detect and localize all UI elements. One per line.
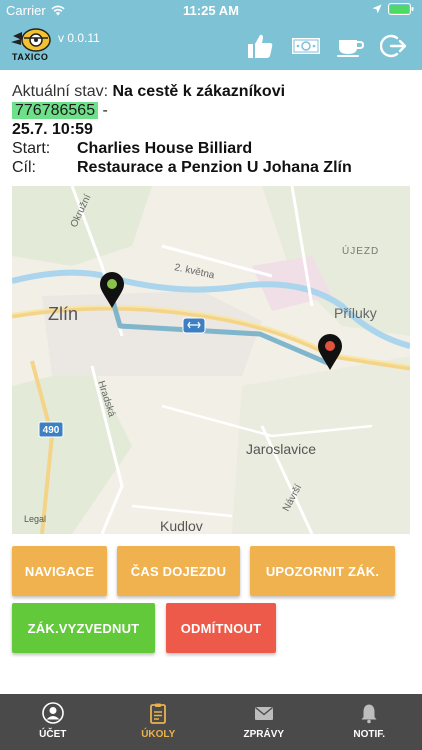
logo-text: TAXICO (12, 52, 49, 62)
map-label-jaroslavice: Jaroslavice (246, 441, 316, 457)
envelope-icon (254, 706, 273, 720)
tab-notifications-label: NOTIF. (353, 729, 386, 740)
navigation-button[interactable]: NAVIGACE (12, 546, 107, 596)
status-value: Na cestě k zákazníkovi (112, 83, 286, 100)
reject-button[interactable]: ODMÍTNOUT (166, 603, 276, 653)
customer-phone[interactable]: 776786565 (12, 102, 99, 119)
customer-picked-up-button[interactable]: ZÁK.VYZVEDNUT (12, 603, 155, 653)
tab-notifications[interactable]: NOTIF. (317, 694, 422, 750)
clipboard-icon (150, 703, 167, 724)
order-datetime: 25.7. 10:59 (12, 121, 93, 138)
battery-icon (388, 3, 414, 15)
tab-messages-label: ZPRÁVY (243, 729, 285, 740)
destination-row: Cíl: Restaurace a Penzion U Johana Zlín (12, 158, 412, 177)
tab-bar: ÚČET ÚKOLY ZPRÁVY NOTIF. (0, 694, 422, 750)
destination-value: Restaurace a Penzion U Johana Zlín (77, 159, 352, 176)
highway-shield-icon (182, 317, 206, 334)
road-number-490: 490 (43, 425, 60, 436)
start-row: Start: Charlies House Billiard (12, 139, 412, 158)
start-label: Start: (12, 140, 51, 157)
tab-account-label: ÚČET (39, 729, 67, 740)
status-label: Aktuální stav: (12, 83, 109, 100)
status-bar: Carrier 11:25 AM (0, 0, 422, 22)
tab-tasks-label: ÚKOLY (141, 729, 176, 740)
map-label-zlin: Zlín (48, 304, 78, 324)
coffee-cup-icon[interactable] (335, 32, 365, 60)
arrival-time-button[interactable]: ČAS DOJEZDU (117, 546, 240, 596)
order-info: Aktuální stav: Na cestě k zákazníkovi 77… (12, 82, 412, 177)
phone-line: 776786565 - (12, 101, 412, 120)
app-version: v 0.0.11 (58, 31, 100, 45)
map-label-kudlov: Kudlov (160, 518, 203, 534)
thumbs-up-icon[interactable] (245, 32, 275, 60)
tab-account[interactable]: ÚČET (0, 694, 106, 750)
tab-tasks[interactable]: ÚKOLY (106, 694, 212, 750)
system-indicators (372, 3, 414, 15)
user-icon (41, 702, 64, 724)
map-label-ujezd: ÚJEZD (342, 244, 379, 257)
order-status-line: Aktuální stav: Na cestě k zákazníkovi (12, 82, 412, 101)
start-value: Charlies House Billiard (77, 140, 253, 157)
route-map[interactable]: 490 Zlín Příluky ÚJEZD Jaroslavice Kudlo… (12, 186, 410, 534)
map-label-priluky: Příluky (334, 305, 377, 321)
location-arrow-icon (372, 4, 382, 14)
tab-messages[interactable]: ZPRÁVY (211, 694, 317, 750)
clock: 11:25 AM (183, 3, 239, 18)
map-canvas: 490 Zlín Příluky ÚJEZD Jaroslavice Kudlo… (12, 186, 410, 534)
destination-label: Cíl: (12, 159, 36, 176)
app-header: TAXICO v 0.0.11 (0, 22, 422, 70)
notify-customer-button[interactable]: UPOZORNIT ZÁK. (250, 546, 395, 596)
logout-icon[interactable] (380, 32, 408, 60)
separator: - (102, 102, 108, 119)
money-icon[interactable] (290, 32, 322, 60)
bell-icon (361, 704, 377, 724)
map-legal-link[interactable]: Legal (24, 514, 46, 524)
